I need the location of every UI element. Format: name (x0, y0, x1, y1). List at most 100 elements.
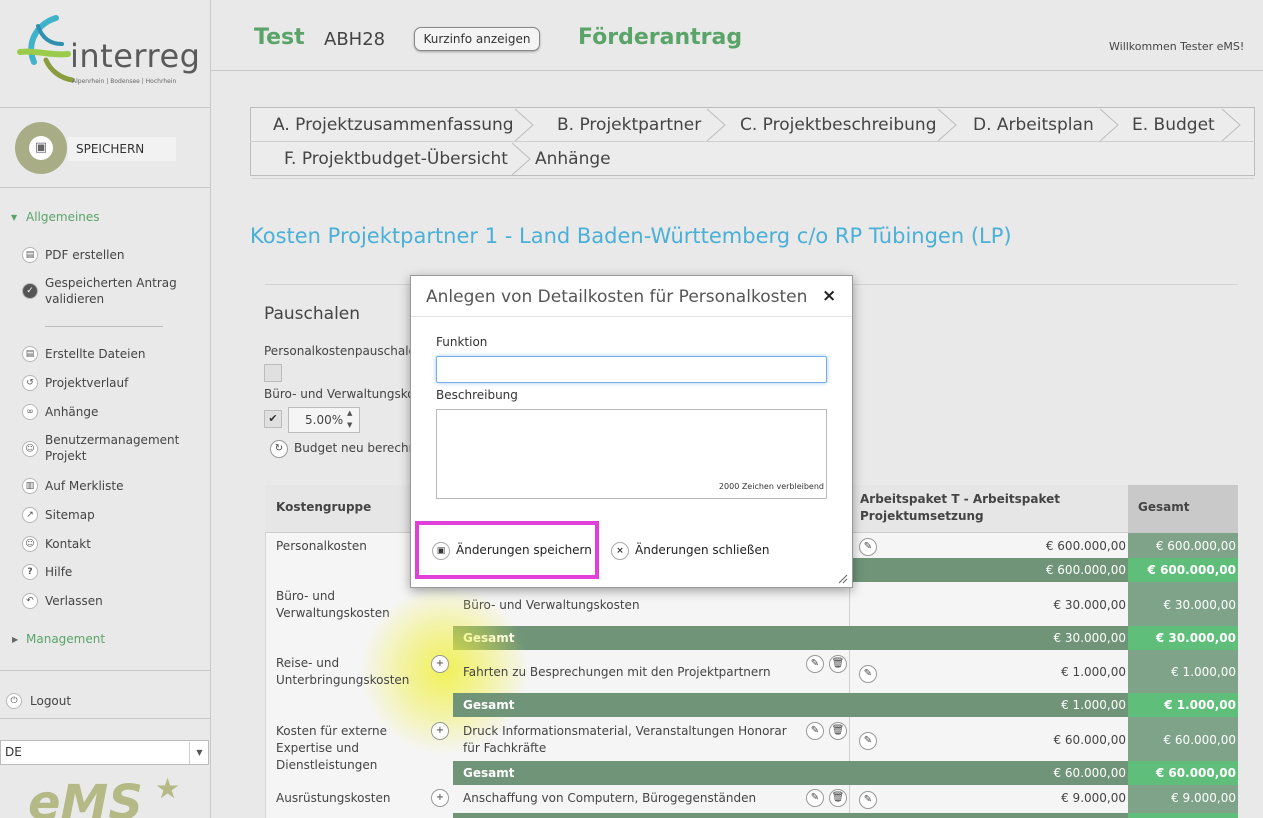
sidebar-item-bookmark[interactable]: Auf Merkliste (45, 478, 123, 494)
project-name: Test (254, 25, 305, 50)
caret-down-icon: ▼ (11, 213, 18, 222)
sidebar-item-history[interactable]: Projektverlauf (45, 375, 128, 391)
pdf-icon: ▤ (22, 247, 38, 263)
save-button[interactable]: SPEICHERN (68, 137, 176, 161)
divider (45, 326, 163, 327)
form-title: Förderantrag (578, 25, 743, 50)
logo-area: interreg Alpenrhein | Bodensee | Hochrhe… (0, 0, 211, 108)
row-group-expertise: Kosten für externe Expertise und Dienstl… (276, 724, 388, 772)
sidebar-item-pdf[interactable]: PDF erstellen (45, 247, 125, 263)
welcome-text: Willkommen Tester eMS! (1109, 40, 1245, 53)
files-icon: ▤ (22, 346, 38, 362)
row-total-value: € 30.000,00 (1163, 598, 1236, 612)
add-icon[interactable]: + (431, 789, 449, 807)
page-title: Kosten Projektpartner 1 - Land Baden-Wür… (250, 224, 1012, 248)
section-allgemeines[interactable]: Allgemeines (26, 209, 100, 225)
section-management[interactable]: Management (26, 631, 105, 647)
edit-icon[interactable]: ✎ (859, 665, 877, 683)
chevron-down-icon: ▼ (189, 742, 209, 764)
recalc-button[interactable]: Budget neu berechne (294, 441, 424, 455)
trash-icon[interactable]: 🗑 (829, 789, 847, 807)
ems-logo: eMS (28, 775, 143, 818)
rate-value: 5.00% (305, 413, 344, 427)
edit-icon[interactable]: ✎ (806, 789, 824, 807)
beschreibung-label: Beschreibung (436, 388, 518, 402)
rate-spinner[interactable]: 5.00% ▲ ▼ (288, 407, 360, 433)
edit-icon[interactable]: ✎ (859, 538, 877, 556)
edit-icon[interactable]: ✎ (806, 655, 824, 673)
gesamt-row (453, 813, 1238, 818)
row-ap-value: € 30.000,00 (1053, 598, 1126, 612)
trash-icon[interactable]: 🗑 (829, 722, 847, 740)
check-icon: ✓ (22, 283, 38, 299)
sidebar-item-sitemap[interactable]: Sitemap (45, 507, 95, 523)
logo-text: interreg (70, 37, 201, 75)
pauschalen-heading: Pauschalen (264, 304, 361, 324)
spinner-down-icon[interactable]: ▼ (347, 421, 352, 429)
trash-icon[interactable]: 🗑 (829, 655, 847, 673)
spinner-up-icon[interactable]: ▲ (347, 409, 352, 417)
row-group-reise: Reise- und Unterbringungskosten (276, 656, 410, 687)
funktion-label: Funktion (436, 335, 488, 349)
resize-handle-icon[interactable] (838, 574, 848, 584)
sum-ap-value: € 60.000,00 (1053, 766, 1126, 780)
language-value: DE (5, 745, 22, 759)
save-changes-button[interactable]: Änderungen speichern (456, 543, 592, 557)
logo-subtitle: Alpenrhein | Bodensee | Hochrhein (72, 78, 177, 85)
close-icon[interactable]: × (822, 286, 836, 306)
sidebar-item-attachments[interactable]: Anhänge (45, 404, 98, 420)
sum-ap-value: € 30.000,00 (1053, 631, 1126, 645)
row-total-value: € 9.000,00 (1171, 791, 1236, 805)
kurzinfo-button[interactable]: Kurzinfo anzeigen (414, 27, 540, 51)
history-icon: ↺ (22, 375, 38, 391)
row-desc: Druck Informationsmaterial, Veranstaltun… (463, 724, 787, 755)
buero-pauschale-checkbox[interactable]: ✔ (264, 410, 282, 428)
personal-pauschale-checkbox[interactable] (264, 364, 282, 382)
add-icon[interactable]: + (431, 655, 449, 673)
gesamt-label: Gesamt (463, 698, 515, 712)
row-total-value: € 600.000,00 (1155, 539, 1236, 553)
save-icon: ▣ (432, 542, 450, 560)
logout-button[interactable]: Logout (30, 693, 71, 709)
row-group-ausruestung: Ausrüstungskosten (276, 791, 391, 805)
header-arbeitspaket: Arbeitspaket T - Arbeitspaket Projektums… (860, 492, 1060, 523)
header-gesamt: Gesamt (1138, 500, 1190, 514)
add-icon[interactable]: + (431, 722, 449, 740)
interreg-logo-icon (17, 15, 74, 83)
close-circle-icon: × (611, 542, 629, 560)
row-total-value: € 1.000,00 (1171, 665, 1236, 679)
sidebar-item-files[interactable]: Erstellte Dateien (45, 346, 145, 362)
sum-total-value: € 60.000,00 (1155, 766, 1236, 780)
divider (0, 718, 211, 719)
sidebar-item-exit[interactable]: Verlassen (45, 593, 103, 609)
buero-pauschale-label: Büro- und Verwaltungskos (264, 387, 421, 401)
sidebar-item-user-management[interactable]: Benutzermanagement Projekt (45, 432, 185, 464)
close-changes-button[interactable]: Änderungen schließen (635, 543, 769, 557)
row-desc: Fahrten zu Besprechungen mit den Projekt… (463, 665, 771, 679)
funktion-input[interactable] (436, 356, 827, 383)
exit-icon: ↶ (22, 593, 38, 609)
tab-separators (511, 108, 1241, 176)
attachment-icon: ∞ (22, 404, 38, 420)
edit-icon[interactable]: ✎ (859, 791, 877, 809)
personal-pauschale-label: Personalkostenpauschale (264, 344, 416, 358)
header-kostengruppe: Kostengruppe (276, 500, 372, 514)
contact-icon: ☺ (22, 536, 38, 552)
sum-ap-value: € 600.000,00 (1045, 563, 1126, 577)
sidebar-item-validate[interactable]: Gespeicherten Antrag validieren (45, 275, 185, 307)
language-select[interactable]: DE ▼ (0, 740, 209, 765)
project-code: ABH28 (324, 29, 386, 50)
edit-icon[interactable]: ✎ (806, 722, 824, 740)
row-ap-value: € 60.000,00 (1053, 733, 1126, 747)
row-ap-value: € 1.000,00 (1061, 665, 1126, 679)
power-icon: ⏻ (6, 693, 22, 709)
bookmark-icon: ▥ (22, 478, 38, 494)
sum-total-value: € 1.000,00 (1164, 698, 1236, 712)
recalc-icon[interactable]: ↻ (270, 440, 288, 458)
sidebar-item-help[interactable]: Hilfe (45, 564, 72, 580)
tab-shadow (252, 178, 1254, 179)
sidebar-item-contact[interactable]: Kontakt (45, 536, 91, 552)
edit-icon[interactable]: ✎ (859, 732, 877, 750)
dialog-title: Anlegen von Detailkosten für Personalkos… (426, 287, 808, 307)
caret-right-icon: ▶ (12, 635, 19, 644)
